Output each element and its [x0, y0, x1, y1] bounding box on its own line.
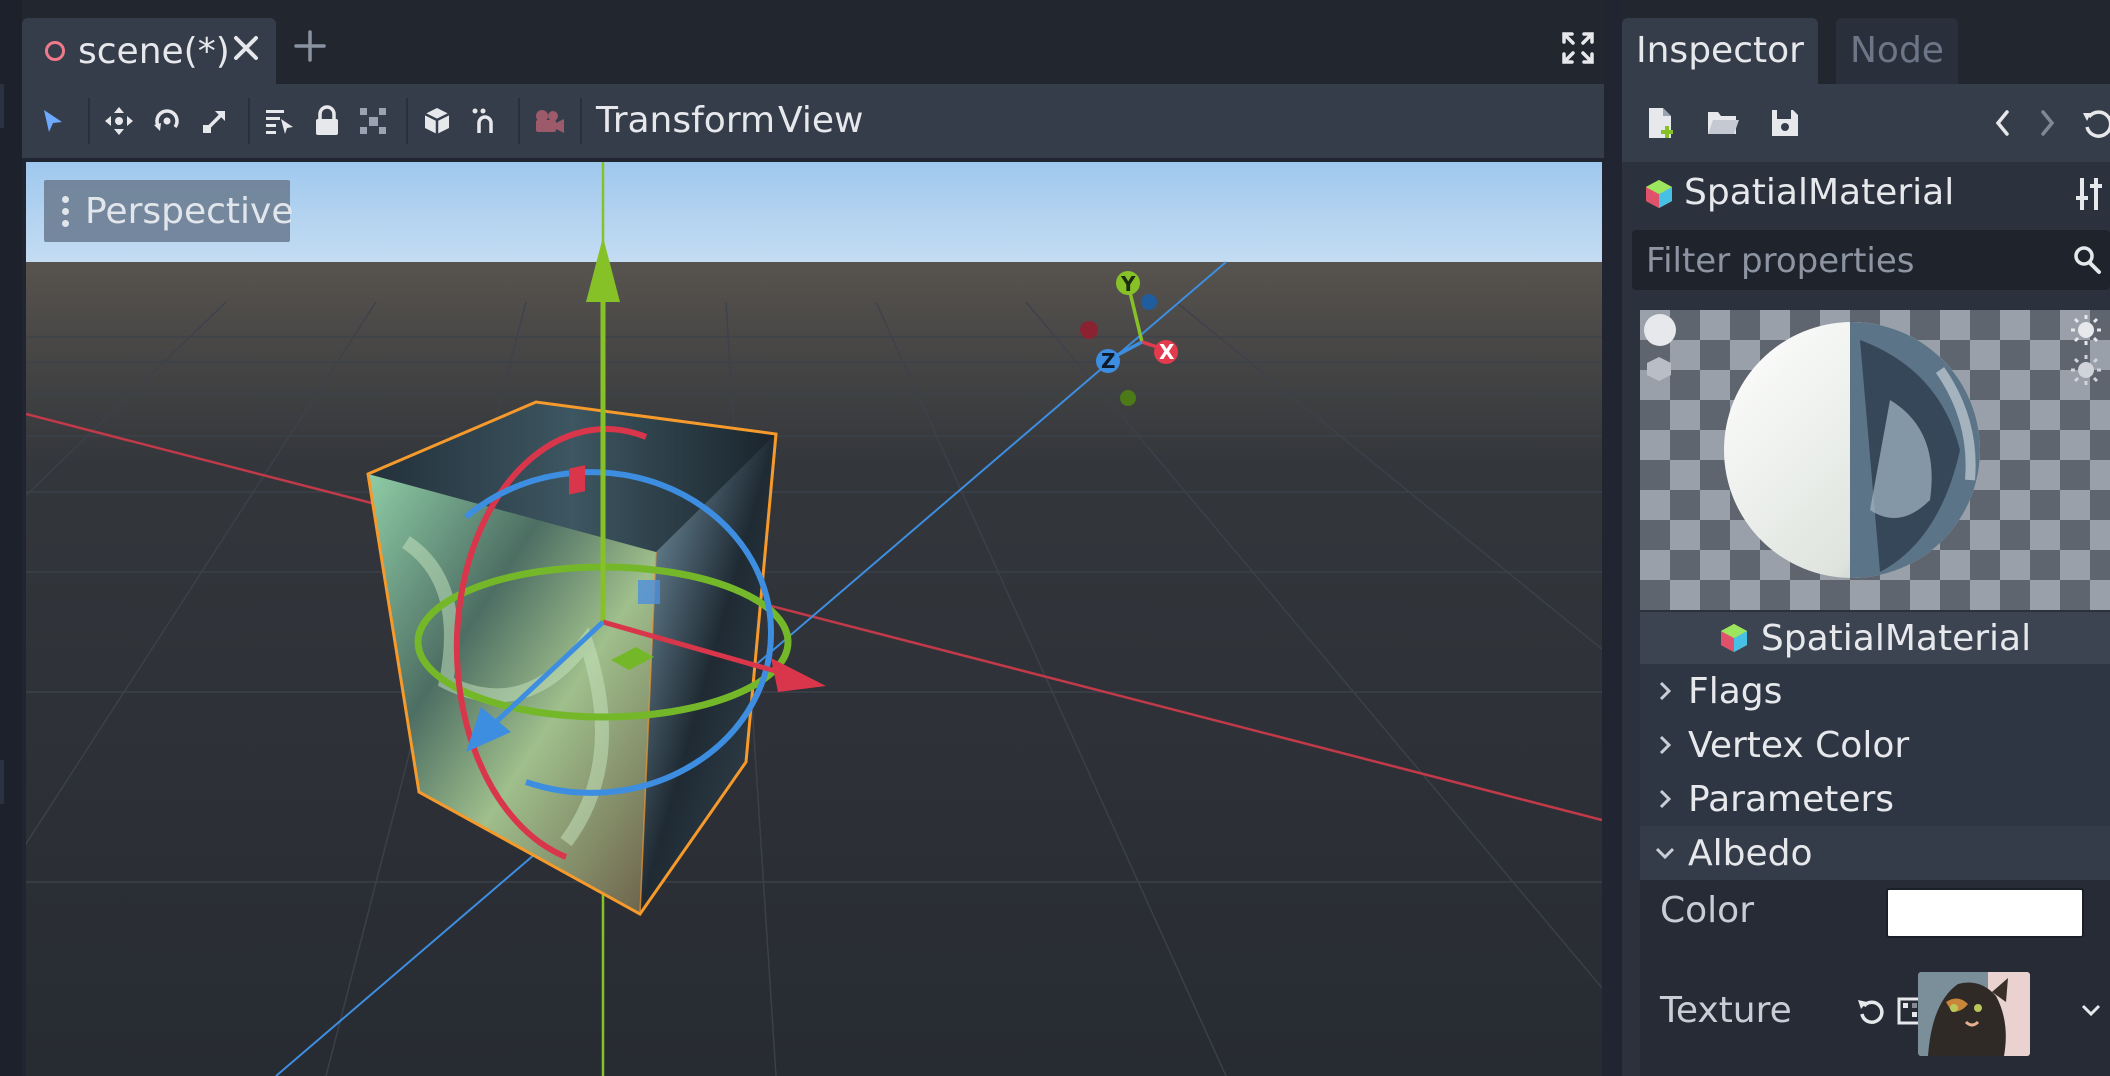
- scene-tab[interactable]: scene(*): [22, 18, 276, 84]
- scene-tab-bar: scene(*): [22, 0, 1604, 84]
- camera-preview-button[interactable]: [528, 100, 570, 142]
- scale-mode-button[interactable]: [194, 100, 236, 142]
- move-mode-button[interactable]: [98, 100, 140, 142]
- chevron-down-icon[interactable]: [2080, 1002, 2102, 1020]
- light-2-toggle-icon[interactable]: [2070, 354, 2102, 386]
- scale-icon: [203, 111, 225, 133]
- viewport-scene: [26, 162, 1602, 1076]
- search-icon: [2074, 246, 2101, 274]
- save-icon: [1772, 110, 1798, 136]
- rotate-icon: [154, 109, 179, 131]
- new-resource-button[interactable]: [1642, 104, 1680, 142]
- viewport-toolbar: Transform View: [22, 84, 1604, 158]
- select-arrow-icon: [44, 110, 62, 132]
- dock-divider: [0, 760, 4, 804]
- new-resource-icon: [1649, 108, 1673, 138]
- resource-type-label: SpatialMaterial: [1684, 172, 1955, 213]
- section-flags[interactable]: Flags: [1640, 664, 2110, 718]
- rotate-mode-button[interactable]: [146, 100, 188, 142]
- perspective-label: Perspective: [85, 190, 294, 232]
- orientation-gizmo[interactable]: [1076, 262, 1186, 412]
- history-back-button[interactable]: [1984, 104, 2022, 142]
- 3d-viewport[interactable]: Y X Z Perspective: [26, 162, 1602, 1076]
- section-albedo[interactable]: Albedo: [1640, 826, 2110, 880]
- material-header-label: SpatialMaterial: [1760, 617, 2032, 659]
- revert-icon[interactable]: [1856, 996, 1886, 1026]
- lock-button[interactable]: [306, 100, 348, 142]
- kebab-menu-icon: [62, 195, 69, 227]
- move-icon: [105, 107, 133, 135]
- list-select-icon: [266, 110, 293, 134]
- history-forward-button[interactable]: [2028, 104, 2066, 142]
- left-dock-edge: [0, 0, 22, 1076]
- chevron-left-icon: [1995, 110, 2009, 136]
- dock-tab-bar: Inspector Node: [1622, 0, 2110, 84]
- section-vertex-color[interactable]: Vertex Color: [1640, 718, 2110, 772]
- albedo-texture-label: Texture: [1660, 990, 1792, 1031]
- light-1-toggle-icon[interactable]: [2070, 314, 2102, 346]
- group-button[interactable]: [352, 100, 394, 142]
- history-icon: [2083, 110, 2110, 138]
- camera-icon: [536, 110, 564, 133]
- history-list-button[interactable]: [2078, 104, 2110, 142]
- group-icon: [360, 108, 386, 134]
- material-header[interactable]: SpatialMaterial: [1640, 612, 2110, 664]
- albedo-texture-slot[interactable]: [1918, 972, 2030, 1056]
- texture-thumbnail: [1918, 972, 2030, 1056]
- dock-divider: [0, 84, 4, 128]
- snap-button[interactable]: [464, 100, 506, 142]
- scene-tab-label: scene(*): [78, 30, 230, 72]
- object-properties-icon[interactable]: [2074, 176, 2104, 212]
- local-space-button[interactable]: [416, 100, 458, 142]
- chevron-right-icon: [1650, 730, 1680, 760]
- albedo-color-picker[interactable]: [1886, 888, 2084, 938]
- add-tab-icon[interactable]: [290, 26, 330, 66]
- spatial-material-icon: [1646, 180, 1672, 208]
- section-label: Flags: [1688, 670, 1783, 712]
- cube-preview-toggle[interactable]: [1644, 354, 1674, 384]
- section-label: Parameters: [1688, 778, 1895, 820]
- unsaved-indicator-icon: [45, 41, 65, 61]
- inspector-toolbar: [1622, 84, 2110, 162]
- close-icon[interactable]: [226, 28, 266, 68]
- view-menu[interactable]: View: [778, 100, 863, 142]
- save-resource-button[interactable]: [1766, 104, 1804, 142]
- perspective-menu-button[interactable]: Perspective: [44, 180, 294, 242]
- chevron-right-icon: [2041, 110, 2055, 136]
- spatial-material-icon: [1720, 624, 1747, 652]
- cube-icon: [424, 108, 450, 134]
- section-parameters[interactable]: Parameters: [1640, 772, 2110, 826]
- chevron-down-icon: [1650, 838, 1680, 868]
- section-label: Vertex Color: [1688, 724, 1910, 766]
- tab-inspector[interactable]: Inspector: [1622, 18, 1818, 84]
- transform-menu[interactable]: Transform: [596, 100, 775, 142]
- albedo-color-label: Color: [1660, 890, 1754, 931]
- folder-icon: [1708, 112, 1739, 134]
- load-resource-button[interactable]: [1704, 104, 1742, 142]
- select-mode-button[interactable]: [32, 100, 74, 142]
- chevron-right-icon: [1650, 784, 1680, 814]
- chevron-right-icon: [1650, 676, 1680, 706]
- tab-node[interactable]: Node: [1836, 18, 1958, 84]
- filter-properties-field[interactable]: [1632, 230, 2110, 292]
- preview-sphere: [1724, 322, 1980, 578]
- snap-icon: [472, 108, 493, 133]
- albedo-texture-row: Texture: [1640, 944, 2110, 1076]
- list-select-button[interactable]: [258, 100, 300, 142]
- edited-resource-row[interactable]: SpatialMaterial: [1622, 166, 2110, 226]
- lock-icon: [316, 105, 338, 135]
- section-label: Albedo: [1688, 832, 1813, 874]
- filter-properties-input[interactable]: [1632, 230, 2068, 292]
- distraction-free-icon[interactable]: [1560, 30, 1596, 66]
- material-preview: [1640, 310, 2110, 610]
- sphere-preview-toggle[interactable]: [1644, 314, 1676, 346]
